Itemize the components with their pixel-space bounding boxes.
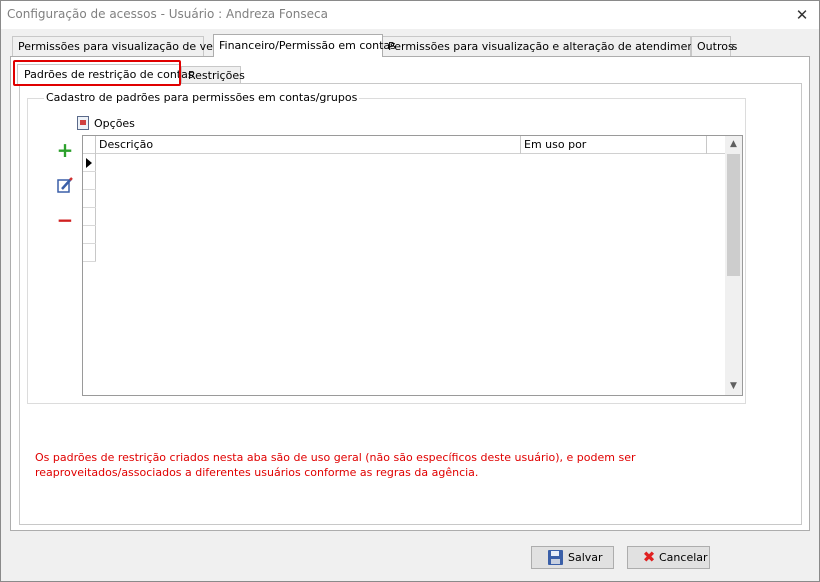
tab-label: Permissões para visualização e alteração… [388,40,738,53]
column-separator [520,136,521,154]
row-indicator [83,226,96,244]
padroes-panel: Cadastro de padrões para permissões em c… [19,83,802,525]
scroll-thumb[interactable] [727,154,740,276]
row-indicator [83,208,96,226]
cancel-label: Cancelar [659,551,708,564]
row-indicator [83,244,96,262]
tab-label: Financeiro/Permissão em contas [219,39,396,52]
vertical-scrollbar[interactable]: ▲ ▼ [725,136,742,395]
save-button[interactable]: Salvar [531,546,614,569]
cancel-x-icon: ✖ [642,548,656,566]
highlight-annotation [13,60,181,86]
tab-label: Permissões para visualização de vendas [18,40,240,53]
row-indicator [83,190,96,208]
config-window: Configuração de acessos - Usuário : Andr… [0,0,820,582]
tab-atendimentos[interactable]: Permissões para visualização e alteração… [382,36,737,56]
column-separator [706,136,707,154]
edit-icon[interactable] [56,176,74,194]
padroes-grid[interactable]: Descrição Em uso por ▲ ▼ [82,135,743,396]
groupbox-title: Cadastro de padrões para permissões em c… [44,91,360,104]
current-row-indicator [83,154,96,172]
row-indicator [83,172,96,190]
scroll-up-icon[interactable]: ▲ [725,136,742,153]
info-note: Os padrões de restrição criados nesta ab… [35,451,636,479]
cadastro-groupbox: Cadastro de padrões para permissões em c… [27,91,746,404]
close-button[interactable]: ✕ [785,1,819,29]
scroll-down-icon[interactable]: ▼ [725,378,742,395]
options-label: Opções [94,117,135,130]
subtab-label: Restrições [188,69,245,82]
tab-label: Outros [697,40,734,53]
add-icon[interactable]: + [56,140,74,160]
floppy-disk-icon [548,550,563,565]
window-title: Configuração de acessos - Usuário : Andr… [7,7,328,21]
column-descricao[interactable]: Descrição [99,138,153,151]
tab-outros[interactable]: Outros [691,36,734,56]
column-em-uso-por[interactable]: Em uso por [524,138,586,151]
row-indicator-column [83,136,96,262]
save-label: Salvar [568,551,603,564]
title-bar: Configuração de acessos - Usuário : Andr… [1,1,819,29]
tab-financeiro[interactable]: Financeiro/Permissão em contas [213,34,396,57]
grid-header: Descrição Em uso por [83,136,727,154]
row-arrow-icon [86,158,92,168]
financeiro-panel: Padrões de restrição de contas Restriçõe… [10,56,810,531]
remove-icon[interactable]: − [56,210,74,230]
document-icon [77,116,89,130]
cancel-button[interactable]: ✖ Cancelar [627,546,710,569]
tab-vendas[interactable]: Permissões para visualização de vendas [12,36,239,56]
